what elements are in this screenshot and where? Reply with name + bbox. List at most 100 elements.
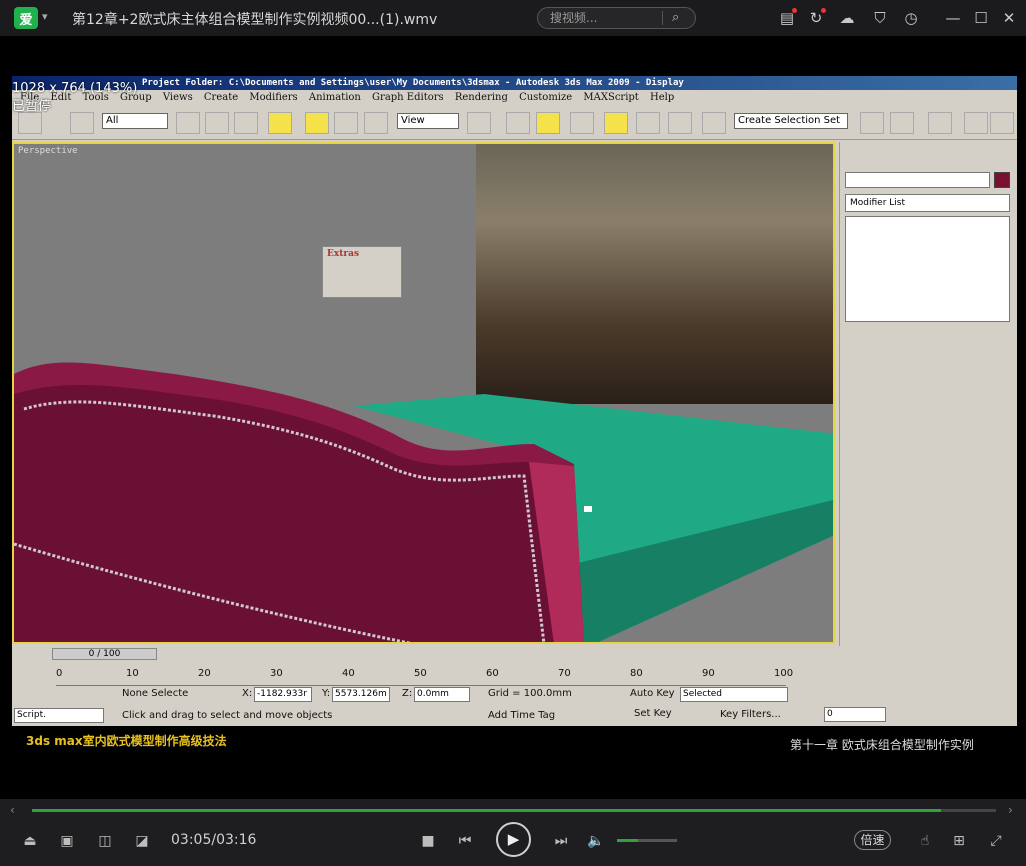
volume-fill [617, 839, 638, 842]
current-frame-field: 0 [824, 707, 886, 722]
menu-animation: Animation [308, 92, 361, 103]
selection-status: None Selecte [122, 688, 189, 699]
tick-label: 0 [56, 668, 63, 679]
chevron-left-icon[interactable]: ‹ [10, 803, 15, 817]
z-coord-field: 0.0mm [414, 687, 470, 702]
minimize-icon[interactable]: — [943, 8, 963, 28]
hand-icon[interactable]: ☝ [915, 831, 935, 851]
extras-title: Extras [323, 247, 401, 261]
search-input[interactable] [550, 10, 660, 26]
schematic-icon [964, 112, 988, 134]
stop-icon[interactable]: ■ [418, 831, 438, 851]
command-panel: Modifier List [839, 142, 1017, 682]
watermark-right: 第十一章 欧式床组合模型制作实例 [790, 738, 974, 752]
time-slider: 0 / 100 [52, 648, 157, 660]
play-button[interactable]: ▶ [496, 822, 531, 857]
chevron-down-icon[interactable]: ▾ [42, 10, 48, 23]
volume-icon[interactable]: 🔈 [586, 831, 606, 851]
app-logo[interactable]: 爱 [14, 7, 38, 29]
clock-icon[interactable]: ◷ [901, 8, 921, 28]
chevron-right-icon[interactable]: › [1008, 803, 1013, 817]
next-icon[interactable]: ⏭ [551, 831, 571, 851]
tick-label: 50 [414, 668, 427, 679]
fullscreen-icon[interactable]: ⤢ [986, 831, 1006, 851]
menu-modifiers: Modifiers [249, 92, 298, 103]
select-icon [176, 112, 200, 134]
region-select-icon [234, 112, 258, 134]
title-bar: 爱 ▾ 第12章+2欧式床主体组合模型制作实例视频00...(1).wmv ⌕ … [0, 0, 1026, 36]
tick-label: 30 [270, 668, 283, 679]
x-coord-field: -1182.933r [254, 687, 312, 702]
mouse-cursor [584, 506, 592, 512]
modifier-list-dropdown: Modifier List [845, 194, 1010, 212]
cloud-icon[interactable]: ☁ [837, 8, 857, 28]
pivot-icon [467, 112, 491, 134]
tick-label: 20 [198, 668, 211, 679]
scale-icon [364, 112, 388, 134]
snap-icon [536, 112, 560, 134]
modifier-stack [845, 216, 1010, 322]
max-main-toolbar: All View Create Selection Set [12, 106, 1017, 140]
paused-text: 已暂停 [12, 99, 52, 114]
search-box[interactable]: ⌕ [537, 7, 696, 29]
video-frame-3dsmax: Project Folder: C:\Documents and Setting… [12, 76, 1017, 726]
maximize-icon[interactable]: ☐ [971, 8, 991, 28]
search-divider [662, 11, 663, 25]
previous-icon[interactable]: ⏮ [455, 831, 475, 851]
curve-editor-icon [928, 112, 952, 134]
maxscript-listener: Script. [14, 708, 104, 723]
ref-coord-system: View [397, 113, 459, 129]
menu-graph-editors: Graph Editors [372, 92, 444, 103]
manipulate-icon [506, 112, 530, 134]
clipboard-icon[interactable]: ▤ [777, 8, 797, 28]
video-info-overlay: 1028 x 764 (143%) 已暂停 [12, 80, 137, 116]
object-color-swatch [994, 172, 1010, 188]
tick-label: 60 [486, 668, 499, 679]
y-coord-field: 5573.126m [332, 687, 390, 702]
eject-icon[interactable]: ⏏ [20, 831, 40, 851]
toolbox-icon[interactable]: ⊞ [949, 831, 969, 851]
tick-label: 70 [558, 668, 571, 679]
x-label: X: [242, 688, 253, 699]
key-filters-button: Key Filters... [720, 709, 781, 720]
shirt-icon[interactable]: ⛉ [870, 8, 890, 28]
control-bar: ‹ › ⏏ ▣ ◫ ◪ 03:05/03:16 ■ ⏮ ▶ ⏭ 🔈 倍速 ☝ ⊞… [0, 799, 1026, 866]
align-icon [860, 112, 884, 134]
tick-label: 100 [774, 668, 794, 679]
search-icon[interactable]: ⌕ [672, 10, 679, 25]
menu-customize: Customize [519, 92, 573, 103]
command-panel-tabs [840, 142, 1017, 168]
layer-icon [890, 112, 914, 134]
tick-label: 80 [630, 668, 643, 679]
max-status-area: 0 / 100 0 10 20 30 40 50 60 70 80 90 100… [12, 646, 1017, 726]
time-display: 03:05/03:16 [171, 832, 257, 848]
named-selection-set: Create Selection Set [734, 113, 848, 129]
progress-bar[interactable] [32, 809, 996, 812]
angle-snap-icon [570, 112, 594, 134]
select-by-name-icon [205, 112, 229, 134]
volume-slider[interactable] [617, 839, 677, 842]
resolution-text: 1028 x 764 (143%) [12, 81, 138, 96]
screenshot-icon[interactable]: ▣ [57, 831, 77, 851]
danmaku-icon[interactable]: ◪ [132, 831, 152, 851]
menu-maxscript: MAXScript [583, 92, 639, 103]
subtitle-icon[interactable]: ◫ [95, 831, 115, 851]
speed-button[interactable]: 倍速 [854, 830, 891, 850]
z-label: Z: [402, 688, 413, 699]
video-player-window: 爱 ▾ 第12章+2欧式床主体组合模型制作实例视频00...(1).wmv ⌕ … [0, 0, 1026, 866]
object-name-field [845, 172, 990, 188]
grid-status: Grid = 100.0mm [488, 688, 572, 699]
tick-label: 90 [702, 668, 715, 679]
spinner-snap-icon [636, 112, 660, 134]
menu-views: Views [162, 92, 193, 103]
watermark-left: 3ds max室内欧式模型制作高级技法 [26, 734, 227, 748]
material-editor-icon [990, 112, 1014, 134]
set-key-button: Set Key [634, 708, 672, 719]
add-time-tag: Add Time Tag [488, 710, 556, 721]
edit-named-sel-icon [668, 112, 692, 134]
close-icon[interactable]: ✕ [999, 8, 1019, 28]
max-title-bar: Project Folder: C:\Documents and Setting… [12, 76, 1017, 90]
extras-toolbar: Extras [322, 246, 402, 298]
refresh-icon[interactable]: ↻ [806, 8, 826, 28]
perspective-viewport: Perspective Extras [12, 142, 835, 644]
